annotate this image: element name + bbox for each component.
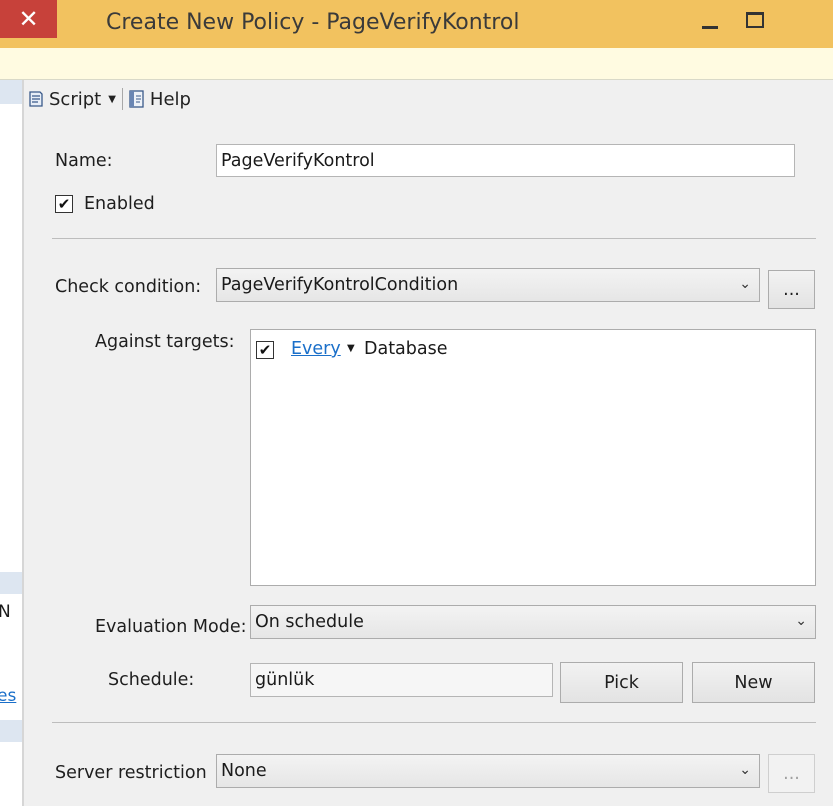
left-pane: N es: [0, 80, 24, 806]
left-pane-header: [0, 80, 22, 104]
window-title: Create New Policy - PageVerifyKontrol: [106, 10, 520, 35]
toolbar-separator: [121, 88, 123, 110]
maximize-button[interactable]: [735, 0, 775, 40]
help-button[interactable]: Help: [127, 89, 191, 110]
close-button[interactable]: ✕: [0, 0, 57, 38]
title-bar: Create New Policy - PageVerifyKontrol ✕: [0, 0, 833, 48]
minimize-button[interactable]: [690, 0, 730, 40]
check-condition-select[interactable]: PageVerifyKontrolCondition ⌄: [216, 268, 760, 302]
evaluation-mode-select[interactable]: On schedule ⌄: [250, 605, 816, 639]
server-restriction-value: None: [221, 761, 267, 781]
left-pane-section-header-2: [0, 720, 22, 742]
targets-list: ✔ Every ▼ Database: [250, 329, 816, 586]
evaluation-mode-label: Evaluation Mode:: [95, 617, 247, 637]
close-icon: ✕: [18, 5, 39, 33]
pick-schedule-button[interactable]: Pick: [560, 662, 683, 703]
script-dropdown-icon[interactable]: ▼: [108, 94, 116, 105]
script-icon: [29, 91, 43, 107]
help-icon: [129, 90, 144, 108]
help-label: Help: [149, 88, 191, 110]
target-object-label: Database: [364, 339, 448, 359]
chevron-down-icon: ⌄: [795, 613, 807, 630]
section-divider: [52, 238, 816, 239]
info-bar: [0, 48, 833, 80]
name-label: Name:: [55, 151, 113, 171]
target-checkbox[interactable]: ✔: [256, 341, 274, 359]
chevron-down-icon: ⌄: [739, 276, 751, 293]
minimize-icon: [702, 25, 718, 29]
target-quantifier-dropdown-icon[interactable]: ▼: [347, 343, 355, 354]
schedule-input[interactable]: günlük: [250, 663, 553, 697]
check-condition-value: PageVerifyKontrolCondition: [221, 275, 459, 295]
left-pane-section-header: [0, 572, 22, 594]
against-targets-label: Against targets:: [95, 332, 235, 352]
enabled-label: Enabled: [84, 194, 155, 214]
name-input[interactable]: PageVerifyKontrol: [216, 144, 795, 177]
section-divider-2: [52, 722, 816, 723]
target-quantifier-link[interactable]: Every: [291, 339, 341, 359]
chevron-down-icon: ⌄: [739, 762, 751, 779]
server-restriction-select[interactable]: None ⌄: [216, 754, 760, 788]
script-label: Script: [49, 88, 102, 110]
script-button[interactable]: Script ▼: [26, 89, 122, 110]
check-condition-browse-button[interactable]: ...: [768, 270, 815, 309]
evaluation-mode-value: On schedule: [255, 612, 364, 632]
check-condition-label: Check condition:: [55, 277, 202, 297]
enabled-checkbox[interactable]: ✔: [55, 195, 73, 213]
server-restriction-label: Server restriction: [55, 763, 207, 783]
toolbar: Script ▼ Help: [26, 84, 191, 114]
left-pane-link-fragment[interactable]: es: [0, 686, 16, 706]
schedule-label: Schedule:: [108, 670, 195, 690]
left-pane-text-fragment: N: [0, 602, 11, 622]
new-schedule-button[interactable]: New: [692, 662, 815, 703]
server-restriction-browse-button[interactable]: ...: [768, 754, 815, 793]
maximize-icon: [746, 12, 764, 28]
